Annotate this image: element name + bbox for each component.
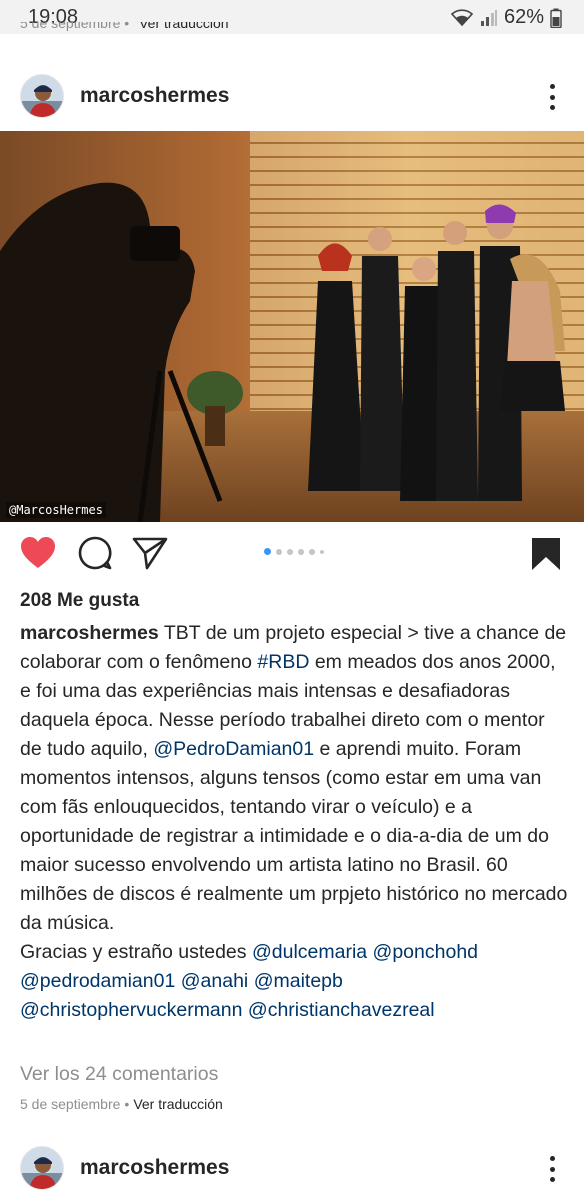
avatar[interactable] bbox=[20, 74, 64, 118]
caption-text: Gracias y estraño ustedes bbox=[20, 941, 252, 963]
carousel-indicator bbox=[264, 548, 324, 555]
post-date-row: 5 de septiembre • Ver traducción bbox=[20, 1096, 223, 1112]
carousel-dot bbox=[309, 548, 315, 555]
carousel-dot bbox=[320, 549, 324, 554]
more-vertical-icon[interactable] bbox=[548, 84, 556, 110]
avatar[interactable] bbox=[20, 1146, 64, 1190]
mention-link[interactable]: @dulcemaria bbox=[252, 941, 367, 963]
battery-text: 62% bbox=[503, 6, 544, 28]
post-date: 5 de septiembre bbox=[20, 1096, 121, 1112]
mention-link[interactable]: @christophervuckermann bbox=[20, 999, 242, 1021]
next-post-header: marcoshermes bbox=[0, 1138, 584, 1198]
more-vertical-icon[interactable] bbox=[548, 1156, 556, 1182]
post-photo[interactable]: @MarcosHermes bbox=[0, 131, 584, 522]
hashtag-link[interactable]: #RBD bbox=[257, 651, 309, 673]
heart-icon[interactable] bbox=[20, 536, 56, 575]
previous-post-date-row: 5 de septiembre • Ver traducción bbox=[20, 22, 229, 34]
mention-link[interactable]: @pedrodamian01 bbox=[20, 970, 175, 992]
translate-link[interactable]: Ver traducción bbox=[133, 1096, 223, 1112]
separator: • bbox=[124, 22, 130, 31]
previous-post-date: 5 de septiembre bbox=[20, 22, 121, 31]
caption-text: e aprendi muito. Foram momentos intensos… bbox=[20, 738, 568, 934]
post-caption: marcoshermes TBT de um projeto especial … bbox=[20, 619, 568, 1025]
comment-icon[interactable] bbox=[78, 536, 112, 575]
mention-link[interactable]: @christianchavezreal bbox=[248, 999, 435, 1021]
next-post-username[interactable]: marcoshermes bbox=[80, 1156, 229, 1180]
previous-post-translate-link[interactable]: Ver traducción bbox=[139, 22, 229, 31]
separator: • bbox=[124, 1096, 130, 1112]
mention-link[interactable]: @ponchohd bbox=[373, 941, 478, 963]
carousel-dot bbox=[287, 548, 293, 555]
mention-link[interactable]: @anahi bbox=[181, 970, 249, 992]
caption-username[interactable]: marcoshermes bbox=[20, 622, 159, 644]
status-indicators: 62% bbox=[450, 6, 562, 29]
signal-icon bbox=[480, 9, 498, 27]
bookmark-icon[interactable] bbox=[530, 536, 562, 577]
photo-image bbox=[0, 131, 584, 522]
battery-icon bbox=[550, 8, 562, 28]
post-actions bbox=[0, 532, 584, 578]
view-comments-link[interactable]: Ver los 24 comentarios bbox=[20, 1063, 218, 1086]
wifi-icon bbox=[450, 8, 474, 27]
carousel-dot bbox=[264, 548, 271, 555]
like-count[interactable]: 208 Me gusta bbox=[20, 590, 139, 612]
post-username[interactable]: marcoshermes bbox=[80, 84, 229, 108]
carousel-dot bbox=[298, 548, 304, 555]
carousel-dot bbox=[276, 548, 282, 555]
post-header: marcoshermes bbox=[0, 66, 584, 126]
mention-link[interactable]: @PedroDamian01 bbox=[153, 738, 314, 760]
share-icon[interactable] bbox=[132, 536, 168, 575]
photo-watermark: @MarcosHermes bbox=[6, 502, 106, 518]
mention-link[interactable]: @maitepb bbox=[254, 970, 343, 992]
